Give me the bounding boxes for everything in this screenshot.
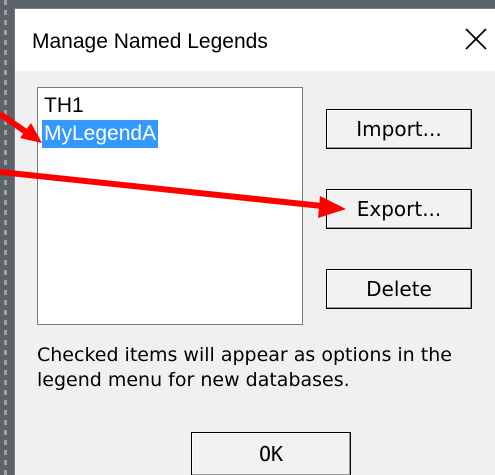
import-button-label: Import... bbox=[356, 117, 442, 141]
background-window-edge bbox=[0, 0, 14, 475]
import-button[interactable]: Import... bbox=[326, 109, 472, 149]
manage-named-legends-dialog: Manage Named Legends TH1 MyLegendA Impor… bbox=[14, 8, 495, 475]
export-button-label: Export... bbox=[356, 197, 442, 221]
dashed-border bbox=[4, 0, 7, 475]
help-text: Checked items will appear as options in … bbox=[37, 343, 495, 397]
export-button[interactable]: Export... bbox=[326, 189, 472, 229]
close-button[interactable] bbox=[463, 26, 489, 52]
dialog-titlebar: Manage Named Legends bbox=[15, 9, 495, 71]
close-icon bbox=[465, 28, 487, 50]
delete-button[interactable]: Delete bbox=[326, 269, 472, 309]
screenshot-stage: Manage Named Legends TH1 MyLegendA Impor… bbox=[0, 0, 495, 475]
ok-button[interactable]: OK bbox=[191, 432, 351, 475]
ok-button-label: OK bbox=[258, 442, 284, 466]
list-item-mylegenda[interactable]: MyLegendA bbox=[42, 120, 159, 148]
dialog-title: Manage Named Legends bbox=[32, 30, 268, 53]
help-text-line1: Checked items will appear as options in … bbox=[37, 344, 452, 366]
delete-button-label: Delete bbox=[366, 277, 432, 301]
list-item-label: TH1 bbox=[44, 94, 84, 117]
list-item-th1[interactable]: TH1 bbox=[42, 92, 86, 120]
list-item-label: MyLegendA bbox=[44, 122, 157, 145]
help-text-line2: legend menu for new databases. bbox=[37, 369, 350, 391]
named-legends-list[interactable]: TH1 MyLegendA bbox=[37, 87, 303, 325]
